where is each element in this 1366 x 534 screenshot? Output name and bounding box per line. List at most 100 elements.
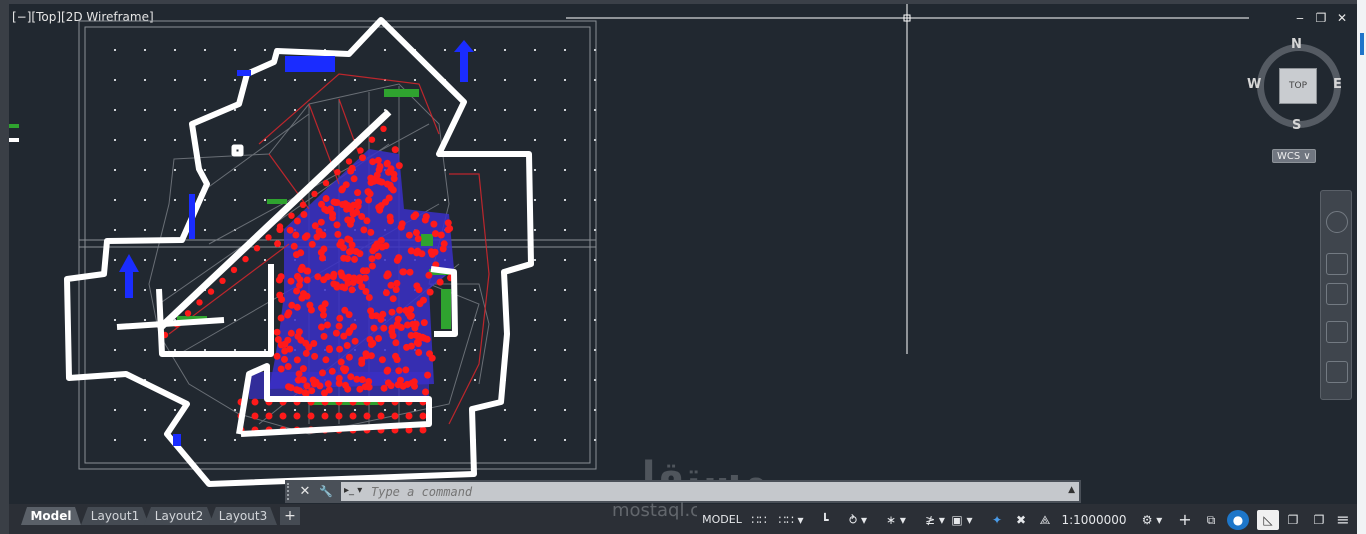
- steering-wheel-icon[interactable]: [1326, 211, 1348, 233]
- survey-point: [331, 199, 339, 206]
- survey-point: [336, 345, 344, 353]
- grid-point: [564, 139, 566, 141]
- zoom-extents-icon[interactable]: [1326, 283, 1348, 305]
- grid-point: [564, 319, 566, 321]
- units-icon[interactable]: ⧉: [1201, 510, 1221, 530]
- model-space-button[interactable]: MODEL: [700, 510, 744, 530]
- grid-point: [114, 439, 116, 441]
- grid-icon[interactable]: ∷∷: [749, 510, 769, 530]
- command-input[interactable]: [371, 483, 1051, 500]
- survey-point: [422, 213, 430, 221]
- survey-point: [319, 369, 326, 377]
- annotation-scale-icon[interactable]: ✦: [987, 510, 1007, 530]
- grid-point: [564, 79, 566, 81]
- survey-point: [396, 306, 404, 314]
- compass-south[interactable]: S: [1292, 118, 1301, 133]
- survey-point: [392, 339, 400, 347]
- survey-point: [369, 339, 377, 347]
- recent-commands-icon[interactable]: ▸_ ▾: [344, 485, 362, 496]
- clean-screen-icon[interactable]: ❐: [1283, 510, 1303, 530]
- showmotion-icon[interactable]: [1326, 361, 1348, 383]
- close-command-line-icon[interactable]: ✕: [297, 483, 313, 500]
- survey-point: [300, 211, 308, 218]
- restore-icon[interactable]: ❐: [1314, 11, 1328, 25]
- grid-point: [204, 439, 206, 441]
- survey-point: [420, 319, 428, 327]
- survey-point: [368, 262, 376, 270]
- orbit-icon[interactable]: [1326, 321, 1348, 343]
- grid-point: [114, 409, 116, 411]
- compass-north[interactable]: N: [1291, 37, 1302, 52]
- survey-point: [320, 332, 328, 340]
- survey-point: [437, 231, 445, 239]
- survey-point: [418, 250, 426, 258]
- tab-model[interactable]: Model: [21, 507, 81, 525]
- grid-point: [534, 139, 536, 141]
- survey-point: [297, 266, 305, 274]
- close-icon[interactable]: ✕: [1335, 11, 1349, 25]
- annotation-scale-dropdown[interactable]: 1:1000000 ▾: [1058, 510, 1130, 534]
- add-icon[interactable]: +: [1175, 510, 1195, 530]
- viewcube-top-face[interactable]: TOP: [1279, 68, 1317, 104]
- grid-point: [114, 49, 116, 51]
- snap-icon[interactable]: ∷∷ ▾: [773, 510, 809, 530]
- survey-point: [348, 286, 356, 294]
- survey-point: [425, 271, 433, 279]
- command-history-icon[interactable]: ▲: [1068, 485, 1075, 495]
- survey-point: [407, 305, 415, 313]
- grid-point: [264, 169, 266, 171]
- grid-point: [384, 139, 386, 141]
- grid-point: [114, 379, 116, 381]
- grid-point: [564, 289, 566, 291]
- grid-point: [114, 259, 116, 261]
- grid-point: [594, 439, 596, 441]
- survey-point: [344, 279, 352, 287]
- hardware-acceleration-icon[interactable]: ◺: [1257, 510, 1279, 530]
- survey-point: [277, 365, 285, 373]
- survey-point: [377, 236, 385, 244]
- auto-scale-icon[interactable]: ⟁: [1035, 510, 1055, 530]
- survey-point: [391, 412, 399, 420]
- drag-handle[interactable]: [287, 483, 294, 500]
- drawing-viewport[interactable]: [−][Top][2D Wireframe] ‒ ❐ ✕ TOP N S E W…: [9, 4, 1357, 504]
- grid-point: [534, 289, 536, 291]
- survey-point: [378, 356, 386, 364]
- survey-point: [281, 355, 288, 363]
- survey-point: [362, 350, 370, 358]
- survey-point: [444, 219, 452, 227]
- object-snap-icon[interactable]: ∗ ▾: [879, 510, 913, 530]
- survey-point: [339, 244, 347, 252]
- grid-point: [264, 349, 266, 351]
- survey-point: [196, 299, 203, 306]
- ortho-icon[interactable]: ┗: [815, 510, 835, 530]
- grid-point: [144, 79, 146, 81]
- survey-point: [351, 337, 359, 345]
- compass-east[interactable]: E: [1333, 77, 1342, 92]
- tab-layout2[interactable]: Layout2: [144, 507, 214, 525]
- fullscreen-icon[interactable]: ❐: [1309, 510, 1329, 530]
- survey-point: [346, 327, 354, 335]
- tab-layout3[interactable]: Layout3: [209, 507, 277, 525]
- isolate-objects-icon[interactable]: ●: [1227, 510, 1249, 530]
- tab-layout1[interactable]: Layout1: [81, 507, 149, 525]
- survey-point: [398, 220, 406, 228]
- polar-tracking-icon[interactable]: ⥁ ▾: [841, 510, 875, 530]
- pan-icon[interactable]: [1326, 253, 1348, 275]
- customize-menu-icon[interactable]: ≡: [1333, 510, 1353, 530]
- ucs-menu-button[interactable]: WCS ∨: [1272, 149, 1316, 163]
- workspace-gear-icon[interactable]: ⚙ ▾: [1135, 510, 1169, 530]
- annotation-visibility-icon[interactable]: ✖: [1011, 510, 1031, 530]
- add-layout-button[interactable]: +: [280, 507, 300, 525]
- minimize-icon[interactable]: ‒: [1293, 11, 1307, 25]
- cad-drawing[interactable]: [9, 4, 1357, 504]
- survey-point: [444, 226, 452, 234]
- survey-point: [389, 295, 397, 303]
- customize-wrench-icon[interactable]: 🔧: [318, 483, 334, 500]
- grid-point: [234, 109, 236, 111]
- compass-west[interactable]: W: [1247, 77, 1261, 92]
- viewcube[interactable]: TOP N S E W: [1247, 37, 1344, 133]
- survey-point: [415, 349, 423, 356]
- status-bar: MODEL ∷∷ ∷∷ ▾ ┗ ⥁ ▾ ∗ ▾ ≱ ▾ ▣ ▾ ✦ ✖ ⟁ 1:…: [697, 506, 1357, 534]
- survey-point: [299, 365, 307, 373]
- selection-cycling-icon[interactable]: ▣ ▾: [945, 510, 979, 530]
